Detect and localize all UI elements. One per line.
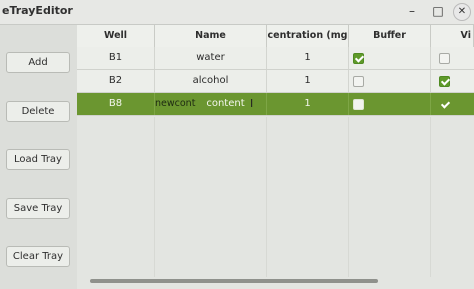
table-header: Well Name centration (mg Buffer Vi xyxy=(77,25,474,48)
column-divider xyxy=(348,117,349,277)
cell-edit-text[interactable]: newcont xyxy=(155,96,195,112)
buffer-checkbox[interactable] xyxy=(353,53,364,64)
cell-concentration[interactable]: 1 xyxy=(267,47,349,69)
cell-well[interactable]: B8 xyxy=(77,93,155,115)
table-row[interactable]: B2 alcohol 1 xyxy=(77,70,474,93)
cell-concentration[interactable]: 1 xyxy=(267,70,349,92)
buffer-checkbox[interactable] xyxy=(353,76,364,87)
save-tray-button[interactable]: Save Tray xyxy=(6,198,70,219)
sidebar: Add Delete Load Tray Save Tray Clear Tra… xyxy=(0,25,77,289)
cell-name[interactable]: water xyxy=(155,47,267,69)
cell-name[interactable]: alcohol xyxy=(155,70,267,92)
cell-concentration[interactable]: 1 xyxy=(267,93,349,115)
column-divider xyxy=(154,117,155,277)
title-bar: eTrayEditor – □ ✕ xyxy=(0,0,474,25)
visible-checkbox[interactable] xyxy=(439,53,450,64)
cell-well[interactable]: B2 xyxy=(77,70,155,92)
add-button[interactable]: Add xyxy=(6,52,70,73)
cell-visible xyxy=(431,47,474,69)
clear-tray-button[interactable]: Clear Tray xyxy=(6,246,70,267)
window-title: eTrayEditor xyxy=(2,4,73,17)
column-divider xyxy=(430,117,431,277)
minimize-icon[interactable]: – xyxy=(404,3,420,19)
column-header-buffer[interactable]: Buffer xyxy=(349,25,431,47)
empty-table-area xyxy=(77,117,474,289)
cell-visible xyxy=(431,70,474,92)
column-header-visible[interactable]: Vi xyxy=(431,25,474,47)
maximize-icon[interactable]: □ xyxy=(430,3,446,19)
column-divider xyxy=(266,117,267,277)
cell-buffer xyxy=(349,70,431,92)
buffer-checkbox[interactable] xyxy=(353,99,364,110)
horizontal-scrollbar[interactable] xyxy=(90,279,378,283)
visible-checkbox[interactable] xyxy=(439,76,450,87)
column-header-name[interactable]: Name xyxy=(155,25,267,47)
tray-table[interactable]: Well Name centration (mg Buffer Vi B1 wa… xyxy=(77,25,474,289)
cell-well[interactable]: B1 xyxy=(77,47,155,69)
text-cursor-icon: I xyxy=(250,97,254,110)
cell-buffer xyxy=(349,93,431,115)
column-header-concentration[interactable]: centration (mg xyxy=(267,25,349,47)
delete-button[interactable]: Delete xyxy=(6,101,70,122)
close-icon[interactable]: ✕ xyxy=(453,3,471,21)
table-row[interactable]: B1 water 1 xyxy=(77,47,474,70)
load-tray-button[interactable]: Load Tray xyxy=(6,149,70,170)
cell-buffer xyxy=(349,47,431,69)
column-header-well[interactable]: Well xyxy=(77,25,155,47)
cell-visible xyxy=(431,93,474,115)
table-row-selected[interactable]: B8 content 1 newcont I xyxy=(77,93,474,116)
visible-checkbox[interactable] xyxy=(439,99,450,110)
